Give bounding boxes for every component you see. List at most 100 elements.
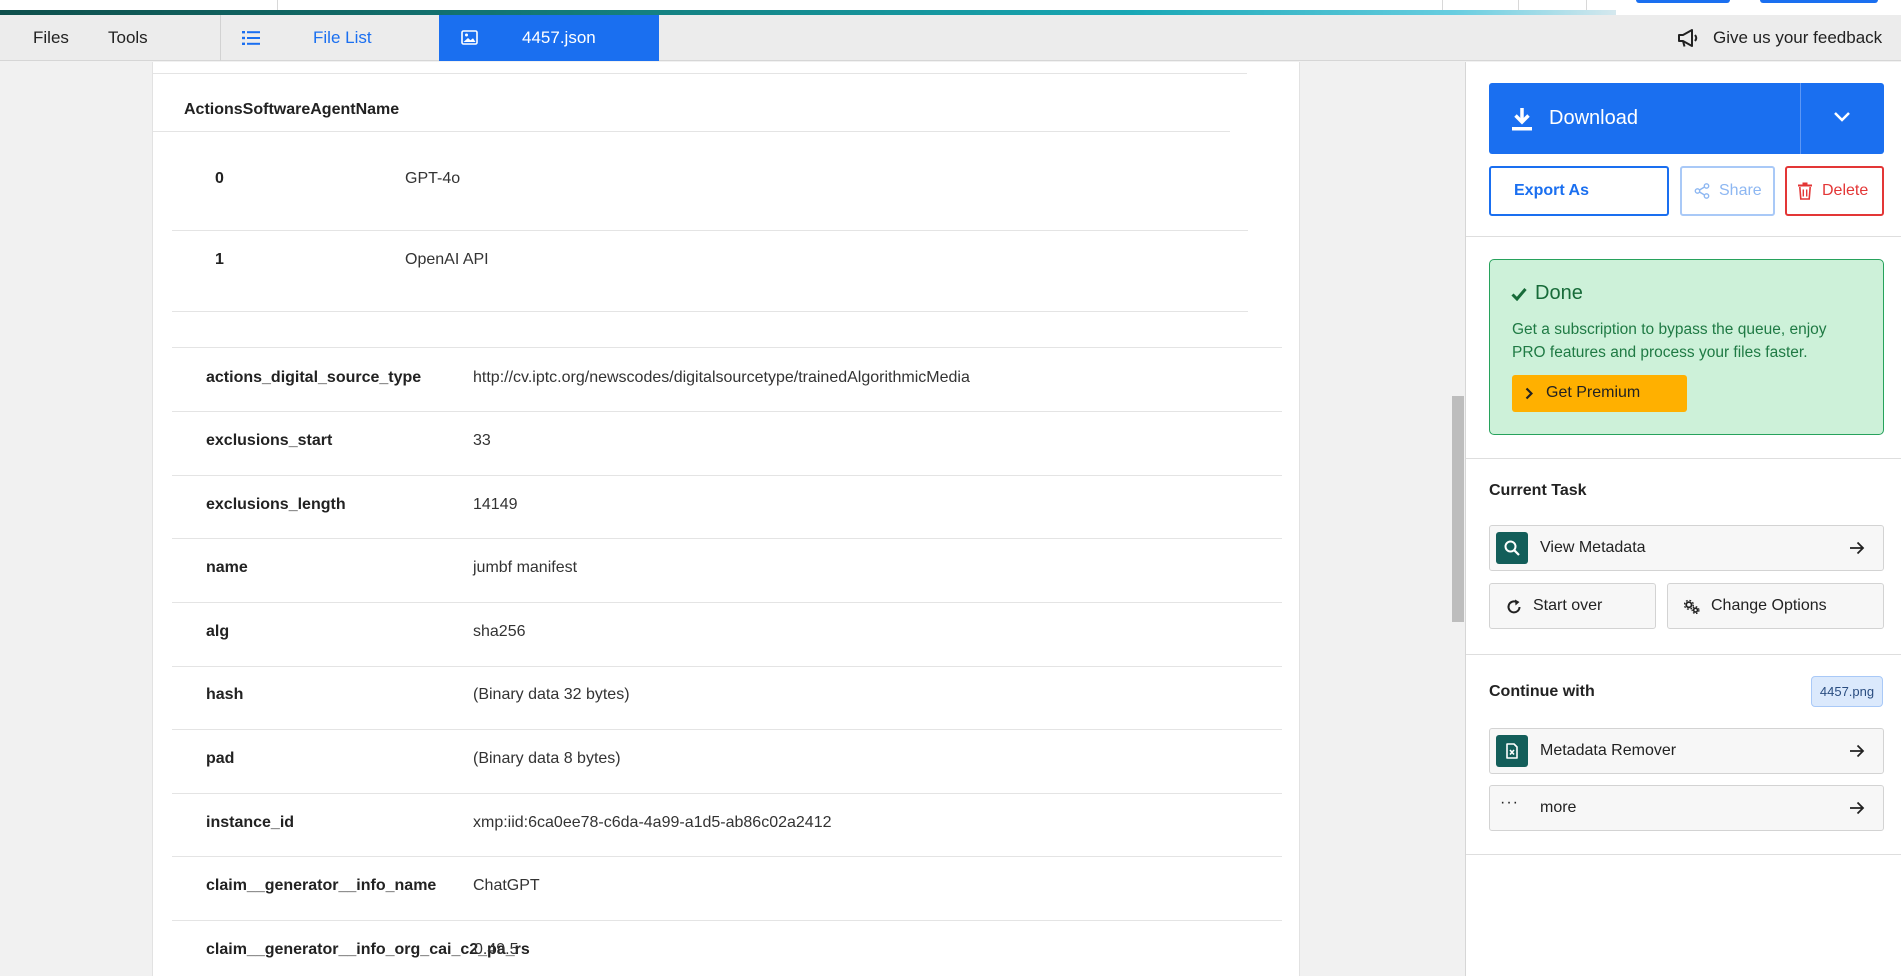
export-as-button[interactable]: Export As <box>1489 166 1669 216</box>
continue-file-chip[interactable]: 4457.png <box>1811 676 1883 707</box>
task-badge <box>1496 532 1528 564</box>
row-key: name <box>206 559 248 576</box>
agent-index: 0 <box>215 170 224 187</box>
export-as-label: Export As <box>1514 182 1589 199</box>
tab-current-file[interactable]: 4457.json <box>439 15 659 61</box>
gears-icon <box>1684 599 1700 615</box>
row-value: jumbf manifest <box>473 559 578 576</box>
panel-divider <box>1466 236 1901 237</box>
trash-icon <box>1798 182 1812 200</box>
row-value: ChatGPT <box>473 877 540 894</box>
delete-label: Delete <box>1822 182 1869 199</box>
share-button[interactable]: Share <box>1680 166 1775 216</box>
metadata-remover-tool[interactable]: Metadata Remover <box>1489 728 1884 774</box>
row-key: exclusions_length <box>206 496 346 513</box>
row-key: claim__generator__info_name <box>206 877 437 894</box>
start-over-button[interactable]: Start over <box>1489 583 1656 629</box>
task-label: View Metadata <box>1540 539 1646 556</box>
download-button-group: Download <box>1489 83 1884 154</box>
more-tools[interactable]: ··· more <box>1489 785 1884 831</box>
download-label: Download <box>1549 107 1638 129</box>
row-key: actions_digital_source_type <box>206 369 422 386</box>
row-key: pad <box>206 750 235 767</box>
section-title: ActionsSoftwareAgentName <box>184 101 400 118</box>
row-value: (Binary data 8 bytes) <box>473 750 621 767</box>
refresh-icon <box>1507 599 1521 614</box>
continue-with-heading: Continue with <box>1489 683 1595 700</box>
divider <box>172 856 1282 857</box>
status-title: Done <box>1535 282 1583 304</box>
tab-file-list[interactable]: File List <box>220 15 439 61</box>
menu-files[interactable]: Files <box>33 15 69 61</box>
tool-label: Metadata Remover <box>1540 742 1677 759</box>
list-icon <box>242 31 260 45</box>
toolbar: Files Tools File List 4457.json Give us … <box>0 15 1901 61</box>
top-strip-button[interactable] <box>1760 0 1878 3</box>
row-key: exclusions_start <box>206 432 333 449</box>
change-options-label: Change Options <box>1711 597 1827 614</box>
agent-value: OpenAI API <box>405 251 489 268</box>
metadata-view: ActionsSoftwareAgentName 0 GPT-4o 1 Open… <box>0 62 1465 976</box>
top-strip-button[interactable] <box>1636 0 1730 3</box>
ellipsis-icon: ··· <box>1500 794 1519 811</box>
panel-divider <box>1466 654 1901 655</box>
action-panel: Download Export As Share Delete Done Get… <box>1465 62 1901 976</box>
check-icon <box>1511 288 1527 301</box>
image-icon <box>461 30 478 45</box>
tool-label: more <box>1540 799 1577 816</box>
feedback-label: Give us your feedback <box>1713 28 1883 47</box>
strip-divider <box>1442 0 1443 10</box>
arrow-right-icon <box>1850 541 1865 555</box>
menu-tools[interactable]: Tools <box>108 15 148 61</box>
agent-index: 1 <box>215 251 224 268</box>
row-value: 33 <box>473 432 491 449</box>
download-options-button[interactable] <box>1800 83 1884 154</box>
strip-divider <box>1518 0 1519 10</box>
divider <box>172 311 1248 312</box>
status-box: Done Get a subscription to bypass the qu… <box>1489 259 1884 435</box>
divider <box>172 666 1282 667</box>
arrow-right-icon <box>1850 744 1865 758</box>
row-value: sha256 <box>473 623 526 640</box>
divider <box>172 347 1282 348</box>
divider <box>172 729 1282 730</box>
megaphone-icon <box>1678 29 1698 47</box>
divider <box>172 475 1282 476</box>
divider <box>172 411 1282 412</box>
arrow-right-icon <box>1850 801 1865 815</box>
divider <box>172 920 1282 921</box>
get-premium-button[interactable]: Get Premium <box>1512 375 1687 412</box>
file-x-icon <box>1506 743 1518 759</box>
delete-button[interactable]: Delete <box>1785 166 1884 216</box>
panel-divider <box>1466 458 1901 459</box>
start-over-label: Start over <box>1533 597 1603 614</box>
metadata-card: ActionsSoftwareAgentName 0 GPT-4o 1 Open… <box>152 62 1300 976</box>
row-value: xmp:iid:6ca0ee78-c6da-4a99-a1d5-ab86c02a… <box>473 814 832 831</box>
chevron-down-icon <box>1834 112 1850 122</box>
search-icon <box>1504 540 1520 556</box>
scrollbar-thumb[interactable] <box>1452 396 1464 622</box>
progress-strip <box>0 0 1901 15</box>
current-task-heading: Current Task <box>1489 482 1587 499</box>
agent-value: GPT-4o <box>405 170 461 187</box>
download-button[interactable]: Download <box>1489 83 1800 154</box>
row-key: alg <box>206 623 230 640</box>
download-icon <box>1512 108 1532 131</box>
row-key: instance_id <box>206 814 295 831</box>
divider <box>172 230 1248 231</box>
divider <box>153 73 1247 74</box>
divider <box>172 793 1282 794</box>
change-options-button[interactable]: Change Options <box>1667 583 1884 629</box>
share-label: Share <box>1719 182 1762 199</box>
tab-file-list-label: File List <box>313 28 372 47</box>
chevron-right-icon <box>1525 387 1533 400</box>
row-key: hash <box>206 686 244 703</box>
view-metadata-task[interactable]: View Metadata <box>1489 525 1884 571</box>
get-premium-label: Get Premium <box>1546 384 1641 401</box>
content-scrollbar[interactable] <box>1451 62 1465 976</box>
divider <box>153 131 1230 132</box>
row-value: (Binary data 32 bytes) <box>473 686 630 703</box>
divider <box>172 602 1282 603</box>
status-message: Get a subscription to bypass the queue, … <box>1512 321 1827 361</box>
row-value: 0.49.5 <box>474 941 519 958</box>
